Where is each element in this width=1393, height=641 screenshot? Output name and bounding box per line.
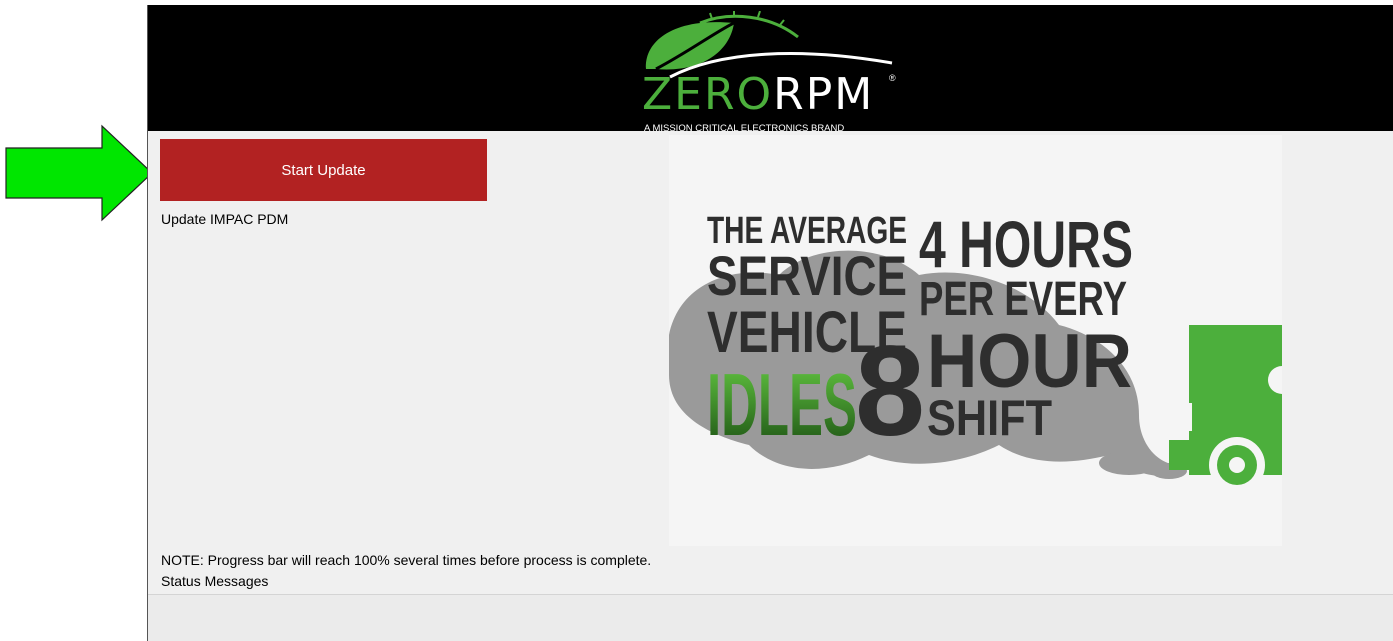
update-target-label: Update IMPAC PDM — [161, 211, 289, 227]
brand-tagline: A MISSION CRITICAL ELECTRONICS BRAND — [644, 123, 845, 134]
service-truck-icon — [1169, 325, 1282, 493]
brand-rpm: RPM — [773, 69, 875, 120]
status-messages-area — [148, 594, 1393, 641]
brand-wordmark: ZERORPM — [642, 73, 874, 117]
headline-right-3: 8 — [855, 320, 925, 463]
headline-right-5: SHIFT — [927, 390, 1052, 446]
start-update-button[interactable]: Start Update — [160, 139, 487, 201]
header-bar: ZERORPM ® A MISSION CRITICAL ELECTRONICS… — [148, 5, 1393, 134]
headline-right-1: 4 HOURS — [919, 207, 1133, 281]
status-messages-label: Status Messages — [161, 573, 269, 589]
right-arrow-icon — [5, 124, 153, 222]
brand-logo: ZERORPM ® A MISSION CRITICAL ELECTRONICS… — [630, 11, 918, 134]
brand-zero: ZERO — [642, 69, 774, 120]
progress-note: NOTE: Progress bar will reach 100% sever… — [161, 552, 652, 568]
registered-mark: ® — [889, 73, 896, 83]
idle-stats-banner: THE AVERAGE SERVICE VEHICLE IDLES 4 HOUR… — [669, 135, 1282, 546]
headline-left-2: SERVICE — [707, 244, 907, 307]
app-window: ZERORPM ® A MISSION CRITICAL ELECTRONICS… — [147, 5, 1393, 641]
headline-left-4: IDLES — [707, 355, 857, 454]
